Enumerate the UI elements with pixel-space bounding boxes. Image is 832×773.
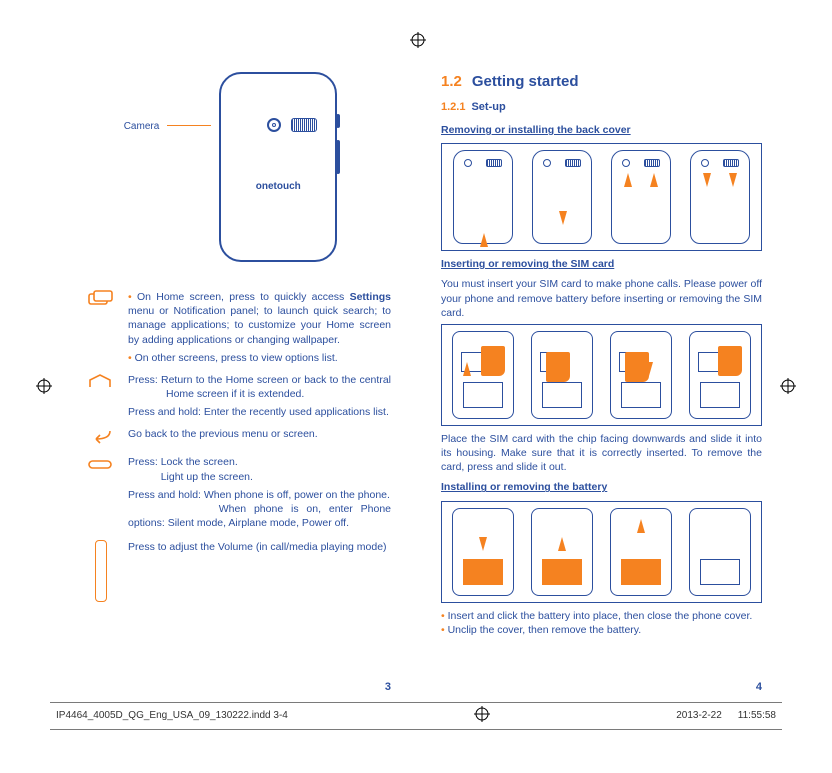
power-key-icon [84, 455, 118, 475]
home-key-hold: Press and hold: Enter the recently used … [128, 405, 391, 419]
back-key-icon [84, 427, 118, 447]
footer-filename: IP4464_4005D_QG_Eng_USA_09_130222.indd 3… [56, 709, 288, 723]
section-heading: 1.2Getting started [441, 72, 762, 92]
home-key-icon [84, 373, 118, 393]
print-footer: IP4464_4005D_QG_Eng_USA_09_130222.indd 3… [50, 702, 782, 730]
page-number: 3 [385, 680, 391, 695]
sim-paragraph-1: You must insert your SIM card to make ph… [441, 277, 762, 320]
subsection-heading: 1.2.1Set-up [441, 100, 762, 115]
page-3: Camera onetouch On Home screen, press to… [60, 60, 401, 673]
battery-figure [441, 501, 762, 603]
menu-key-desc-2: On other screens, press to view options … [128, 351, 391, 365]
power-key-hold: Press and hold: When phone is off, power… [128, 488, 391, 531]
speaker-grille-icon [291, 118, 317, 132]
volume-key-desc: Press to adjust the Volume (in call/medi… [128, 540, 391, 560]
camera-label: Camera [124, 120, 160, 134]
back-key-desc: Go back to the previous menu or screen. [128, 427, 391, 447]
crop-mark-icon [474, 706, 490, 727]
crop-mark-icon [36, 378, 52, 399]
topic-battery: Installing or removing the battery [441, 480, 762, 494]
menu-key-desc-1: On Home screen, press to quickly access … [128, 290, 391, 347]
callout-line [167, 125, 211, 126]
battery-bullet-1: Insert and click the battery into place,… [441, 609, 762, 623]
side-button-icon [336, 114, 340, 128]
battery-bullet-2: Unclip the cover, then remove the batter… [441, 623, 762, 637]
footer-time: 11:55:58 [738, 709, 776, 723]
back-cover-figure [441, 143, 762, 251]
topic-sim: Inserting or removing the SIM card [441, 257, 762, 271]
footer-date: 2013-2-22 [676, 709, 722, 723]
topic-back-cover: Removing or installing the back cover [441, 123, 762, 137]
sim-paragraph-2: Place the SIM card with the chip facing … [441, 432, 762, 475]
sim-figure [441, 324, 762, 426]
volume-key-icon [84, 540, 118, 560]
page-4: 1.2Getting started 1.2.1Set-up Removing … [431, 60, 772, 673]
power-key-press: Press: Lock the screen. Press: Light up … [128, 455, 391, 483]
camera-lens-icon [267, 118, 281, 132]
side-button-icon [336, 140, 340, 174]
phone-logo: onetouch [221, 180, 335, 194]
phone-back-diagram: onetouch [219, 72, 337, 262]
page-number: 4 [756, 680, 762, 695]
menu-key-icon [84, 290, 118, 310]
crop-mark-icon [780, 378, 796, 399]
home-key-press: Press: Return to the Home screen or back… [128, 373, 391, 401]
crop-mark-icon [410, 32, 426, 53]
